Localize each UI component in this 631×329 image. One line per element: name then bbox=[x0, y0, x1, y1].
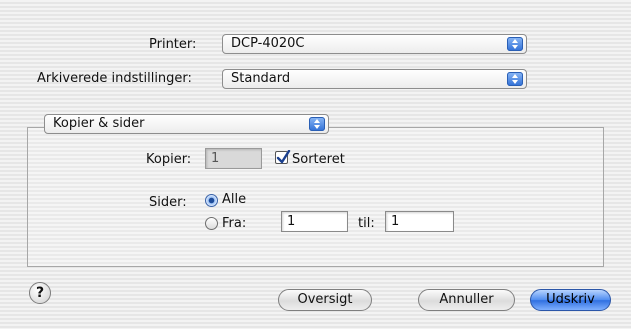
pages-from-field[interactable]: 1 bbox=[281, 211, 348, 232]
panel-selector-value: Kopier & sider bbox=[53, 116, 145, 131]
pages-to-label: til: bbox=[358, 216, 375, 231]
printer-popup[interactable]: DCP-4020C bbox=[222, 34, 527, 54]
preview-button[interactable]: Oversigt bbox=[278, 289, 372, 311]
pages-to-value: 1 bbox=[391, 214, 400, 229]
presets-label: Arkiverede indstillinger: bbox=[37, 71, 192, 86]
presets-popup[interactable]: Standard bbox=[222, 69, 527, 89]
collate-label: Sorteret bbox=[292, 152, 345, 167]
pages-all-label: Alle bbox=[222, 192, 247, 207]
collate-checkbox[interactable] bbox=[275, 150, 291, 164]
copies-pages-panel bbox=[27, 127, 604, 267]
pages-all-radio[interactable] bbox=[205, 194, 218, 207]
pages-label: Sider: bbox=[149, 195, 187, 210]
copies-label: Kopier: bbox=[146, 152, 192, 167]
cancel-button[interactable]: Annuller bbox=[418, 289, 515, 311]
pages-from-label: Fra: bbox=[222, 216, 247, 231]
help-icon: ? bbox=[35, 285, 45, 301]
copies-value: 1 bbox=[211, 151, 220, 166]
cancel-button-label: Annuller bbox=[439, 292, 494, 307]
help-button[interactable]: ? bbox=[29, 282, 51, 304]
popup-arrows-icon bbox=[507, 72, 523, 86]
print-button-label: Udskriv bbox=[546, 292, 595, 307]
checkmark-icon bbox=[276, 150, 291, 164]
print-button[interactable]: Udskriv bbox=[530, 289, 611, 311]
printer-value: DCP-4020C bbox=[231, 36, 305, 51]
panel-selector-popup[interactable]: Kopier & sider bbox=[44, 114, 329, 134]
pages-from-value: 1 bbox=[287, 214, 296, 229]
preview-button-label: Oversigt bbox=[297, 292, 353, 307]
presets-value: Standard bbox=[231, 71, 291, 86]
pages-from-radio[interactable] bbox=[205, 217, 218, 230]
popup-arrows-icon bbox=[507, 37, 523, 51]
copies-field[interactable]: 1 bbox=[205, 148, 262, 169]
pages-to-field[interactable]: 1 bbox=[385, 211, 454, 232]
printer-label: Printer: bbox=[149, 37, 197, 52]
popup-arrows-icon bbox=[309, 117, 325, 131]
